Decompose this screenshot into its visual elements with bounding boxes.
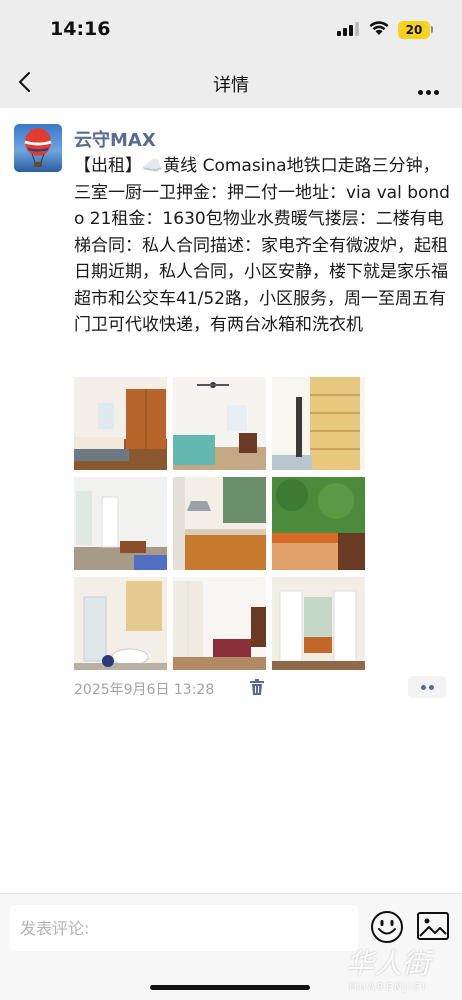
photo-kitchen[interactable] [173,477,266,570]
photo-balcony[interactable] [272,477,365,570]
signal-icon [337,22,359,36]
photo-balcony-door[interactable] [272,577,365,670]
more-icon[interactable] [418,80,442,95]
photo-bathroom[interactable] [74,577,167,670]
photo-bedroom-second[interactable] [173,577,266,670]
page-title: 详情 [213,75,249,96]
wifi-icon [369,21,389,35]
battery-tip [431,26,433,33]
post-timestamp: 2025年9月6日 13:28 [74,682,215,698]
comment-like-button[interactable] [408,676,446,698]
watermark-cn: 华人街 [345,947,430,980]
battery-icon: 20 [398,21,430,39]
photo-shelf-room[interactable] [272,377,365,470]
trash-icon[interactable] [249,678,265,696]
comment-input[interactable] [10,905,358,951]
watermark-en: HUARENJIEI [349,982,427,993]
photo-bathroom-window[interactable] [74,477,167,570]
balloon-icon [24,128,52,167]
avatar[interactable] [14,124,62,172]
emoji-icon[interactable] [370,910,404,944]
status-bar: 14:16 20 [0,0,462,58]
nav-bar: 详情 [0,58,462,108]
image-icon[interactable] [417,912,449,940]
post-text: 【出租】☁️黄线 Comasina地铁口走路三分钟，三室一厨一卫押金：押二付一地… [74,156,450,335]
watermark-logo: 华人街 HUARENJIEI [318,942,458,1000]
photo-grid [74,377,368,670]
home-indicator [150,985,310,990]
photo-bedroom-wardrobe[interactable] [74,377,167,470]
photo-bedroom-bed[interactable] [173,377,266,470]
post-username[interactable]: 云守MAX [74,126,156,152]
status-time: 14:16 [50,18,111,40]
